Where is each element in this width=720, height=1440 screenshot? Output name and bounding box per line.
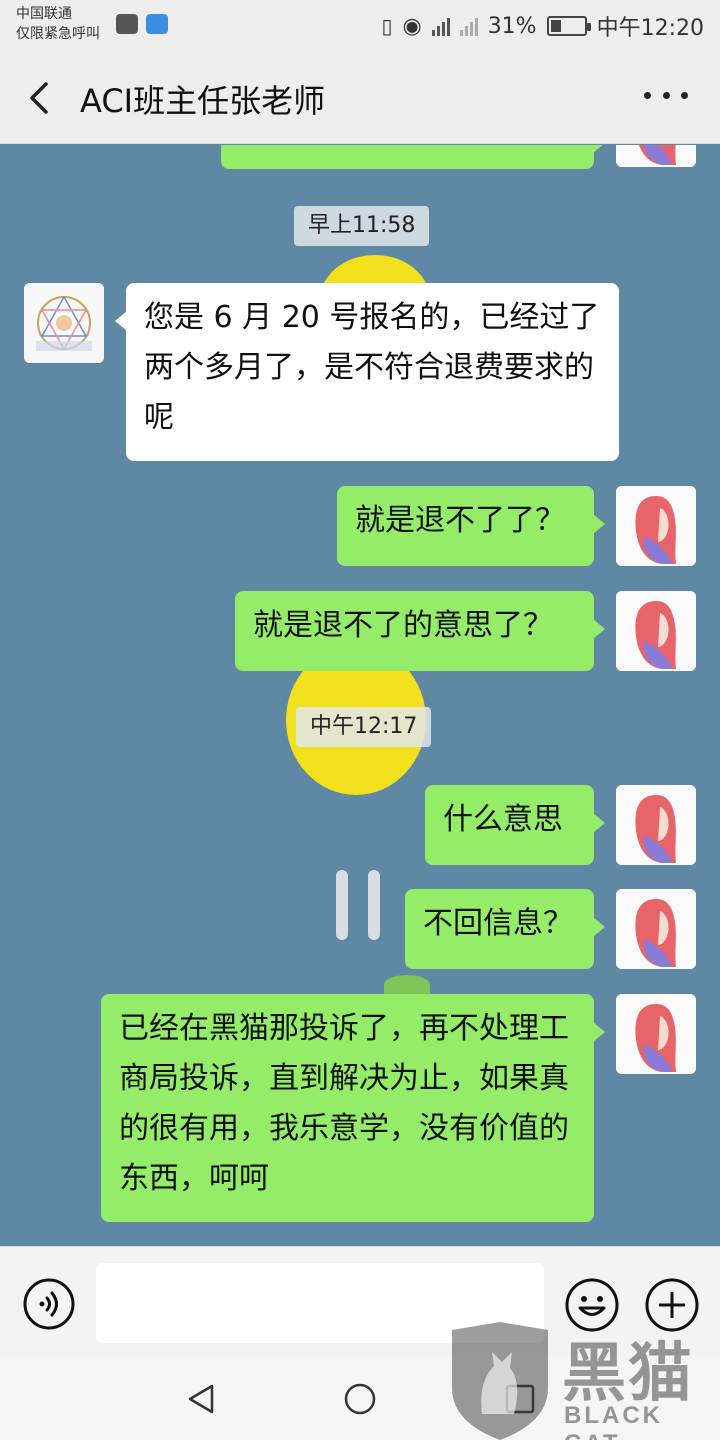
- avatar-girl-icon: [616, 785, 696, 865]
- timestamp: 中午12:17: [296, 707, 432, 747]
- chat-title: ACI班主任张老师: [80, 82, 326, 120]
- avatar-girl-icon: [616, 889, 696, 969]
- wallpaper-stroke: [368, 870, 380, 940]
- nav-home-button[interactable]: [343, 1382, 377, 1416]
- enneagram-icon: [24, 283, 104, 363]
- back-button[interactable]: [20, 78, 60, 118]
- timestamp: 早上11:58: [294, 206, 430, 246]
- signal-4g-icon: [431, 16, 450, 36]
- message-bubble-sent: 已经在黑猫那投诉了，再不处理工商局投诉，直到解决为止，如果真的很有用，我乐意学，…: [101, 994, 605, 1222]
- watermark-cn-text: 黑猫: [562, 1337, 694, 1411]
- self-avatar[interactable]: [616, 591, 696, 671]
- carrier-status: 仅限紧急呼叫: [16, 26, 100, 42]
- more-options-button[interactable]: [644, 80, 688, 110]
- message-bubble-sent: 就是退不了的意思了？: [235, 591, 605, 671]
- carrier-info: 中国联通 仅限紧急呼叫: [16, 4, 100, 44]
- blackcat-watermark: 黑猫 BLACK CAT: [448, 1322, 720, 1440]
- message-bubble-sent: 就是退不了了？: [337, 486, 605, 566]
- more-dot-icon: [644, 91, 651, 99]
- voice-icon: [23, 1278, 75, 1330]
- chevron-left-icon: [30, 82, 48, 114]
- message-bubble-sent: 不回信息？: [405, 889, 605, 969]
- blackcat-shield-logo-icon: [452, 1322, 548, 1440]
- message-bubble-received: 您是 6 月 20 号报名的，已经过了两个多月了，是不符合退费要求的呢: [115, 283, 619, 461]
- more-dot-icon: [681, 91, 688, 99]
- wallpaper-leaf: [384, 975, 430, 995]
- watermark-en-text: BLACK CAT: [564, 1402, 663, 1440]
- battery-percent: 31%: [487, 13, 537, 39]
- shield-icon: [146, 14, 168, 34]
- chat-header: ACI班主任张老师: [0, 50, 720, 144]
- avatar-girl-icon: [616, 591, 696, 671]
- avatar-girl-icon: [616, 994, 696, 1074]
- triangle-back-icon: [188, 1384, 214, 1414]
- signal-icon: [459, 16, 478, 36]
- self-avatar[interactable]: [616, 889, 696, 969]
- battery-icon: [546, 16, 591, 36]
- avatar-girl-icon: [616, 145, 696, 167]
- voice-input-button[interactable]: [22, 1277, 76, 1331]
- activity-icon: [116, 14, 138, 34]
- avatar-girl-icon: [616, 486, 696, 566]
- status-bar: 中国联通 仅限紧急呼叫 ▯ ◉ 31% 中午12:20: [0, 0, 720, 50]
- vibrate-icon: ▯: [381, 14, 393, 38]
- circle-home-icon: [344, 1383, 376, 1415]
- contact-avatar[interactable]: [24, 283, 104, 363]
- self-avatar[interactable]: [616, 994, 696, 1074]
- carrier-name: 中国联通: [16, 6, 72, 22]
- self-avatar[interactable]: [616, 785, 696, 865]
- chat-area[interactable]: 早上11:58 您是 6 月 20 号报名的，已经过了两个多月了，是不符合退费要…: [0, 145, 720, 1245]
- status-time: 中午12:20: [596, 16, 704, 41]
- eye-icon: ◉: [402, 13, 422, 39]
- message-bubble-sent: 什么意思: [425, 785, 605, 865]
- message-bubble-partial: [221, 145, 605, 169]
- self-avatar[interactable]: [616, 486, 696, 566]
- more-dot-icon: [662, 91, 670, 99]
- battery-level: [550, 20, 561, 32]
- nav-back-button[interactable]: [184, 1382, 218, 1416]
- wallpaper-stroke: [336, 870, 348, 940]
- self-avatar[interactable]: [616, 145, 696, 167]
